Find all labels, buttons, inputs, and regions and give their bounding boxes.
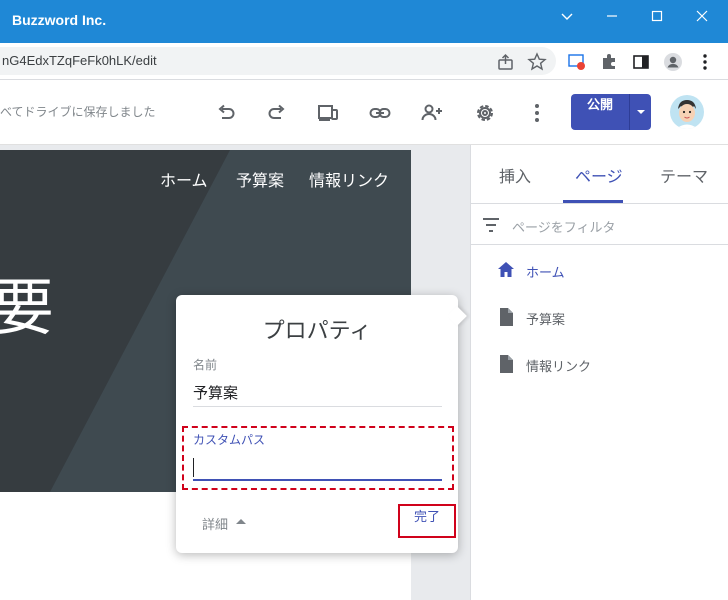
page-item-label: 情報リンク bbox=[526, 360, 592, 375]
panel-divider bbox=[471, 244, 728, 245]
close-icon[interactable] bbox=[690, 6, 714, 26]
caret-up-icon[interactable] bbox=[236, 518, 246, 524]
chevron-down-icon[interactable] bbox=[555, 6, 579, 26]
url-field[interactable]: nG4EdxTZqFeFk0hLK/edit bbox=[0, 47, 556, 75]
publish-button[interactable]: 公開 bbox=[571, 94, 651, 130]
text-cursor bbox=[193, 458, 194, 477]
done-button[interactable]: 完了 bbox=[398, 504, 456, 538]
sites-toolbar: べてドライブに保存しました 公開 bbox=[0, 80, 728, 145]
filter-icon bbox=[483, 218, 499, 232]
page-filter-input[interactable]: ページをフィルタ bbox=[512, 217, 615, 236]
name-field-label: 名前 bbox=[193, 358, 218, 372]
properties-dialog: プロパティ 名前 予算案 カスタムパス 詳細 完了 bbox=[176, 295, 467, 553]
bookmark-star-icon[interactable] bbox=[527, 52, 547, 72]
browser-address-bar: nG4EdxTZqFeFk0hLK/edit bbox=[0, 43, 728, 80]
site-nav-info-links[interactable]: 情報リンク bbox=[309, 167, 389, 191]
extension-screen-icon[interactable] bbox=[567, 52, 587, 72]
page-icon bbox=[500, 308, 513, 326]
window-title: Buzzword Inc. bbox=[12, 12, 107, 28]
page-item-label: ホーム bbox=[526, 266, 565, 281]
publish-label: 公開 bbox=[586, 97, 613, 112]
site-nav-budget[interactable]: 予算案 bbox=[236, 167, 284, 191]
publish-dropdown-arrow-icon[interactable] bbox=[631, 94, 651, 130]
dialog-title: プロパティ bbox=[262, 319, 372, 344]
profile-icon[interactable] bbox=[663, 52, 683, 72]
extensions-puzzle-icon[interactable] bbox=[599, 52, 619, 72]
share-icon[interactable] bbox=[496, 52, 516, 72]
side-panel-icon[interactable] bbox=[631, 52, 651, 72]
tab-pages[interactable]: ページ bbox=[575, 163, 623, 187]
tab-insert[interactable]: 挿入 bbox=[499, 163, 531, 187]
save-status: べてドライブに保存しました bbox=[0, 105, 156, 119]
home-icon bbox=[498, 262, 514, 277]
page-item-label: 予算案 bbox=[526, 313, 566, 328]
site-nav-home[interactable]: ホーム bbox=[160, 167, 208, 191]
page-icon bbox=[500, 355, 513, 373]
link-icon[interactable] bbox=[368, 101, 392, 125]
preview-devices-icon[interactable] bbox=[316, 101, 340, 125]
minimize-icon[interactable] bbox=[600, 6, 624, 26]
window-titlebar: Buzzword Inc. bbox=[0, 0, 728, 43]
settings-gear-icon[interactable] bbox=[473, 101, 497, 125]
undo-icon[interactable] bbox=[214, 101, 238, 125]
tab-themes[interactable]: テーマ bbox=[660, 163, 708, 187]
publish-divider bbox=[629, 94, 630, 130]
custom-path-label: カスタムパス bbox=[193, 433, 266, 447]
avatar[interactable] bbox=[670, 95, 704, 129]
details-toggle[interactable]: 詳細 bbox=[202, 514, 228, 533]
name-field[interactable]: 予算案 bbox=[193, 382, 238, 403]
redo-icon[interactable] bbox=[265, 101, 289, 125]
name-field-underline bbox=[193, 406, 442, 407]
more-vert-icon[interactable] bbox=[525, 101, 549, 125]
banner-title-text: 要 bbox=[0, 271, 55, 344]
url-text: nG4EdxTZqFeFk0hLK/edit bbox=[2, 53, 157, 68]
custom-path-input[interactable] bbox=[193, 453, 442, 481]
panel-divider bbox=[471, 203, 728, 204]
browser-menu-icon[interactable] bbox=[695, 52, 715, 72]
right-side-panel: 挿入 ページ テーマ ページをフィルタ ホーム 予算案 情報リンク bbox=[470, 145, 728, 600]
maximize-icon[interactable] bbox=[645, 6, 669, 26]
add-person-icon[interactable] bbox=[420, 101, 444, 125]
